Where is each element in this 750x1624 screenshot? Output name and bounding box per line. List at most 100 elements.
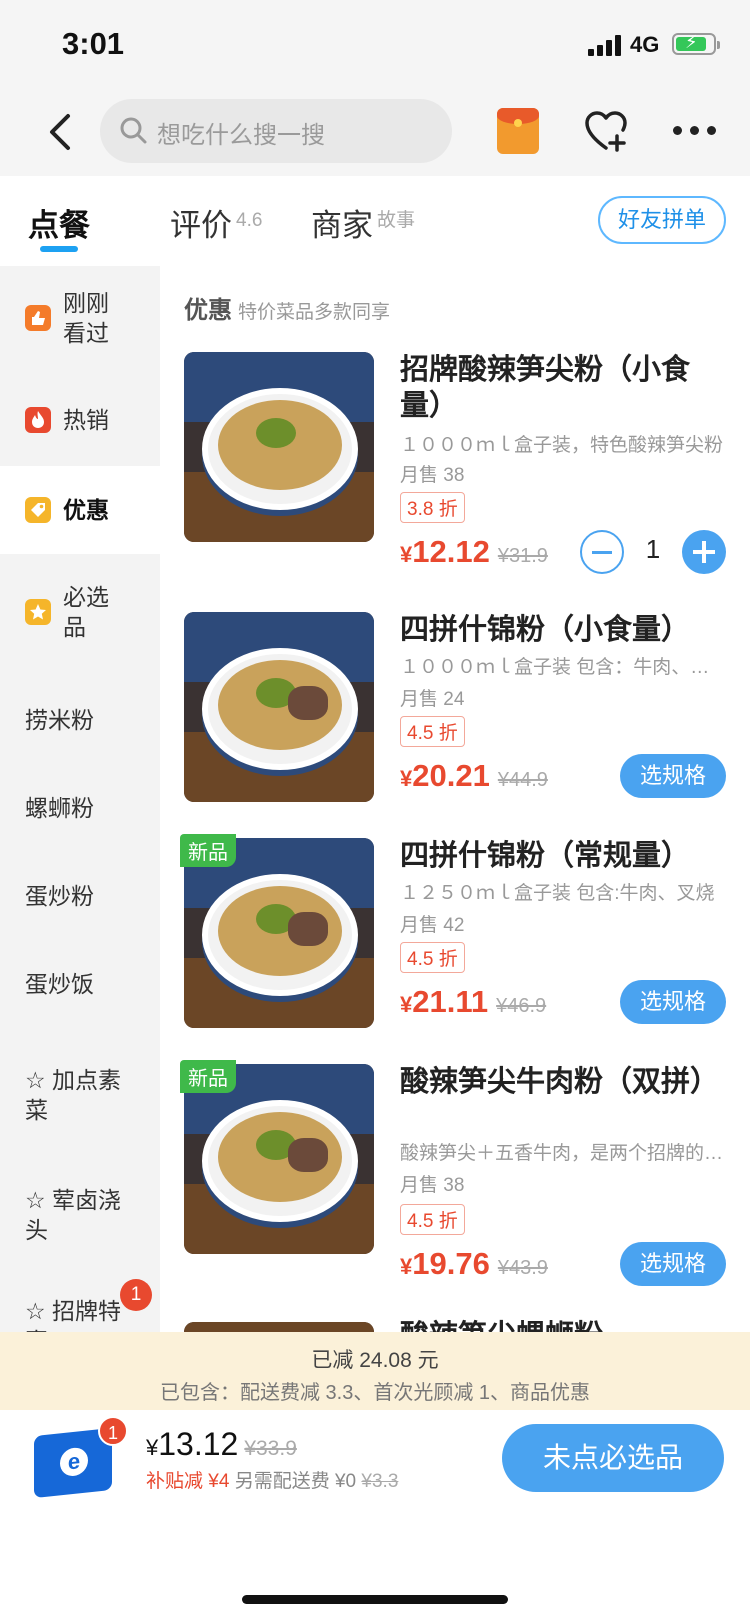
- quantity-value: 1: [645, 534, 661, 564]
- dish-image[interactable]: [184, 352, 374, 542]
- original-price: ¥43.9: [497, 1257, 548, 1279]
- dish-name: 四拼什锦粉（小食量）: [400, 614, 691, 646]
- menu-item-card[interactable]: 新品 酸辣笋尖牛肉粉（双拼） 酸辣笋尖＋五香牛肉，是两个招牌的组合 月售 38 …: [180, 1060, 734, 1314]
- tab-order[interactable]: 点餐: [28, 200, 90, 245]
- heart-plus-icon[interactable]: [584, 110, 628, 152]
- cart-count-badge: 1: [98, 1416, 128, 1446]
- price: ¥20.21 ¥44.9: [400, 758, 548, 793]
- new-item-badge: 新品: [180, 1060, 236, 1093]
- search-icon: [120, 117, 147, 144]
- menu-item-card[interactable]: 招牌酸辣笋尖粉（小食量） １０００ｍｌ盒子装，特色酸辣笋尖粉 月售 38 3.8…: [184, 352, 734, 582]
- battery-icon: ⚡: [672, 32, 720, 55]
- menu-item-card[interactable]: 酸辣笋尖螺蛳粉: [184, 1320, 734, 1382]
- sidebar-item-label: 蛋炒饭: [25, 971, 94, 997]
- search-bar[interactable]: 想吃什么搜一搜: [100, 99, 452, 163]
- tab-label: 评价: [170, 208, 232, 243]
- monthly-sales: 月售 24: [400, 689, 465, 710]
- current-price: 19.76: [412, 1246, 490, 1281]
- discount-badge: 3.8 折: [400, 492, 465, 523]
- price: ¥21.11 ¥46.9: [400, 984, 547, 1019]
- dish-description: １２５０ｍｌ盒子装 包含:牛肉、叉烧: [400, 883, 715, 904]
- sidebar-item-category[interactable]: ☆ 荤卤浇头: [0, 1160, 160, 1270]
- new-item-badge: 新品: [180, 834, 236, 867]
- sidebar-item-label: 螺蛳粉: [25, 795, 94, 821]
- status-time: 3:01: [62, 26, 125, 61]
- tab-sub-label: 故事: [377, 210, 416, 231]
- savings-banner: 已减 24.08 元 已包含：配送费减 3.3、首次光顾减 1、商品优惠: [0, 1332, 750, 1410]
- tab-label: 点餐: [28, 208, 90, 243]
- select-options-button[interactable]: 选规格: [620, 980, 726, 1024]
- sidebar-item-label: 刚刚看过: [63, 290, 109, 346]
- total-original-price: ¥33.9: [244, 1437, 297, 1460]
- sidebar-item-recent[interactable]: 刚刚看过: [0, 266, 160, 370]
- sidebar-item-category[interactable]: 螺蛳粉: [0, 764, 160, 852]
- flame-icon: [25, 407, 51, 433]
- category-count-badge: 1: [120, 1279, 152, 1311]
- quantity-stepper: 1: [580, 530, 726, 574]
- sidebar-item-hot[interactable]: 热销: [0, 374, 160, 466]
- select-options-button[interactable]: 选规格: [620, 1242, 726, 1286]
- network-type: 4G: [630, 32, 660, 57]
- sidebar-item-deals[interactable]: 优惠: [0, 466, 160, 554]
- checkout-button[interactable]: 未点必选品: [502, 1424, 724, 1492]
- discount-badge: 4.5 折: [400, 1204, 465, 1235]
- original-price: ¥31.9: [497, 545, 548, 567]
- rating-score: 4.6: [236, 210, 263, 231]
- sidebar-item-label: 热销: [63, 407, 109, 433]
- delivery-fee: 另需配送费 ¥0: [234, 1471, 357, 1492]
- savings-breakdown: 已包含：配送费减 3.3、首次光顾减 1、商品优惠: [159, 1382, 591, 1404]
- search-placeholder: 想吃什么搜一搜: [157, 122, 325, 149]
- monthly-sales: 月售 38: [400, 1175, 465, 1196]
- cart-fee-info: 补贴减 ¥4 另需配送费 ¥0 ¥3.3: [146, 1466, 398, 1493]
- sidebar-item-required[interactable]: 必选品: [0, 558, 160, 666]
- section-header: 优惠 特价菜品多款同享: [184, 290, 390, 325]
- red-packet-icon[interactable]: [497, 108, 539, 154]
- select-options-button[interactable]: 选规格: [620, 754, 726, 798]
- dish-name: 酸辣笋尖牛肉粉（双拼）: [400, 1066, 720, 1098]
- sidebar-item-label: 捞米粉: [25, 707, 94, 733]
- status-bar: 3:01 4G ⚡: [0, 0, 750, 90]
- sidebar-item-label: 优惠: [63, 497, 109, 523]
- back-arrow-icon[interactable]: [42, 112, 82, 152]
- cart-total: ¥13.12 ¥33.9: [146, 1426, 297, 1462]
- original-price: ¥44.9: [497, 769, 548, 791]
- decrease-quantity-button[interactable]: [580, 530, 624, 574]
- group-order-button[interactable]: 好友拼单: [598, 196, 726, 244]
- delivery-fee-original: ¥3.3: [361, 1471, 399, 1492]
- tab-merchant[interactable]: 商家 故事: [311, 200, 415, 245]
- monthly-sales: 月售 42: [400, 915, 465, 936]
- tab-reviews[interactable]: 评价 4.6: [170, 200, 262, 245]
- sidebar-item-label: 蛋炒粉: [25, 883, 94, 909]
- current-price: 12.12: [412, 534, 490, 569]
- sidebar-item-category[interactable]: 蛋炒粉: [0, 852, 160, 940]
- monthly-sales: 月售 38: [400, 465, 465, 486]
- dish-name: 四拼什锦粉（常规量）: [400, 840, 691, 872]
- dish-description: 酸辣笋尖＋五香牛肉，是两个招牌的组合: [400, 1143, 726, 1164]
- sidebar-item-category[interactable]: 蛋炒饭: [0, 940, 160, 1028]
- menu-item-card[interactable]: 新品 四拼什锦粉（常规量） １２５０ｍｌ盒子装 包含:牛肉、叉烧 月售 42 4…: [180, 834, 734, 1068]
- dish-image[interactable]: [184, 612, 374, 802]
- active-tab-indicator: [40, 246, 78, 252]
- thumb-up-icon: [25, 305, 51, 331]
- sidebar-item-label: ☆ 加点素菜: [25, 1067, 122, 1123]
- total-price: 13.12: [158, 1426, 239, 1462]
- dish-description: １０００ｍｌ盒子装，特色酸辣笋尖粉: [400, 435, 724, 456]
- signal-icon: [588, 34, 624, 56]
- section-title: 优惠: [184, 297, 232, 324]
- current-price: 20.21: [412, 758, 490, 793]
- sidebar-item-label: ☆ 荤卤浇头: [25, 1187, 122, 1243]
- current-price: 21.11: [412, 984, 489, 1019]
- dish-name: 招牌酸辣笋尖粉（小食量）: [400, 354, 691, 422]
- sidebar-item-category[interactable]: ☆ 加点素菜: [0, 1040, 160, 1150]
- menu-item-card[interactable]: 四拼什锦粉（小食量） １０００ｍｌ盒子装 包含：牛肉、叉烧 月售 24 4.5 …: [184, 612, 734, 842]
- increase-quantity-button[interactable]: [682, 530, 726, 574]
- top-nav: 想吃什么搜一搜: [0, 90, 750, 176]
- section-note: 特价菜品多款同享: [238, 302, 391, 323]
- more-menu-icon[interactable]: [673, 126, 717, 136]
- discount-badge: 4.5 折: [400, 716, 465, 747]
- sidebar-item-label: 必选品: [63, 584, 109, 640]
- discount-badge: 4.5 折: [400, 942, 465, 973]
- sidebar-item-category[interactable]: 捞米粉: [0, 676, 160, 764]
- tag-icon: [25, 497, 51, 523]
- price: ¥12.12 ¥31.9: [400, 534, 548, 569]
